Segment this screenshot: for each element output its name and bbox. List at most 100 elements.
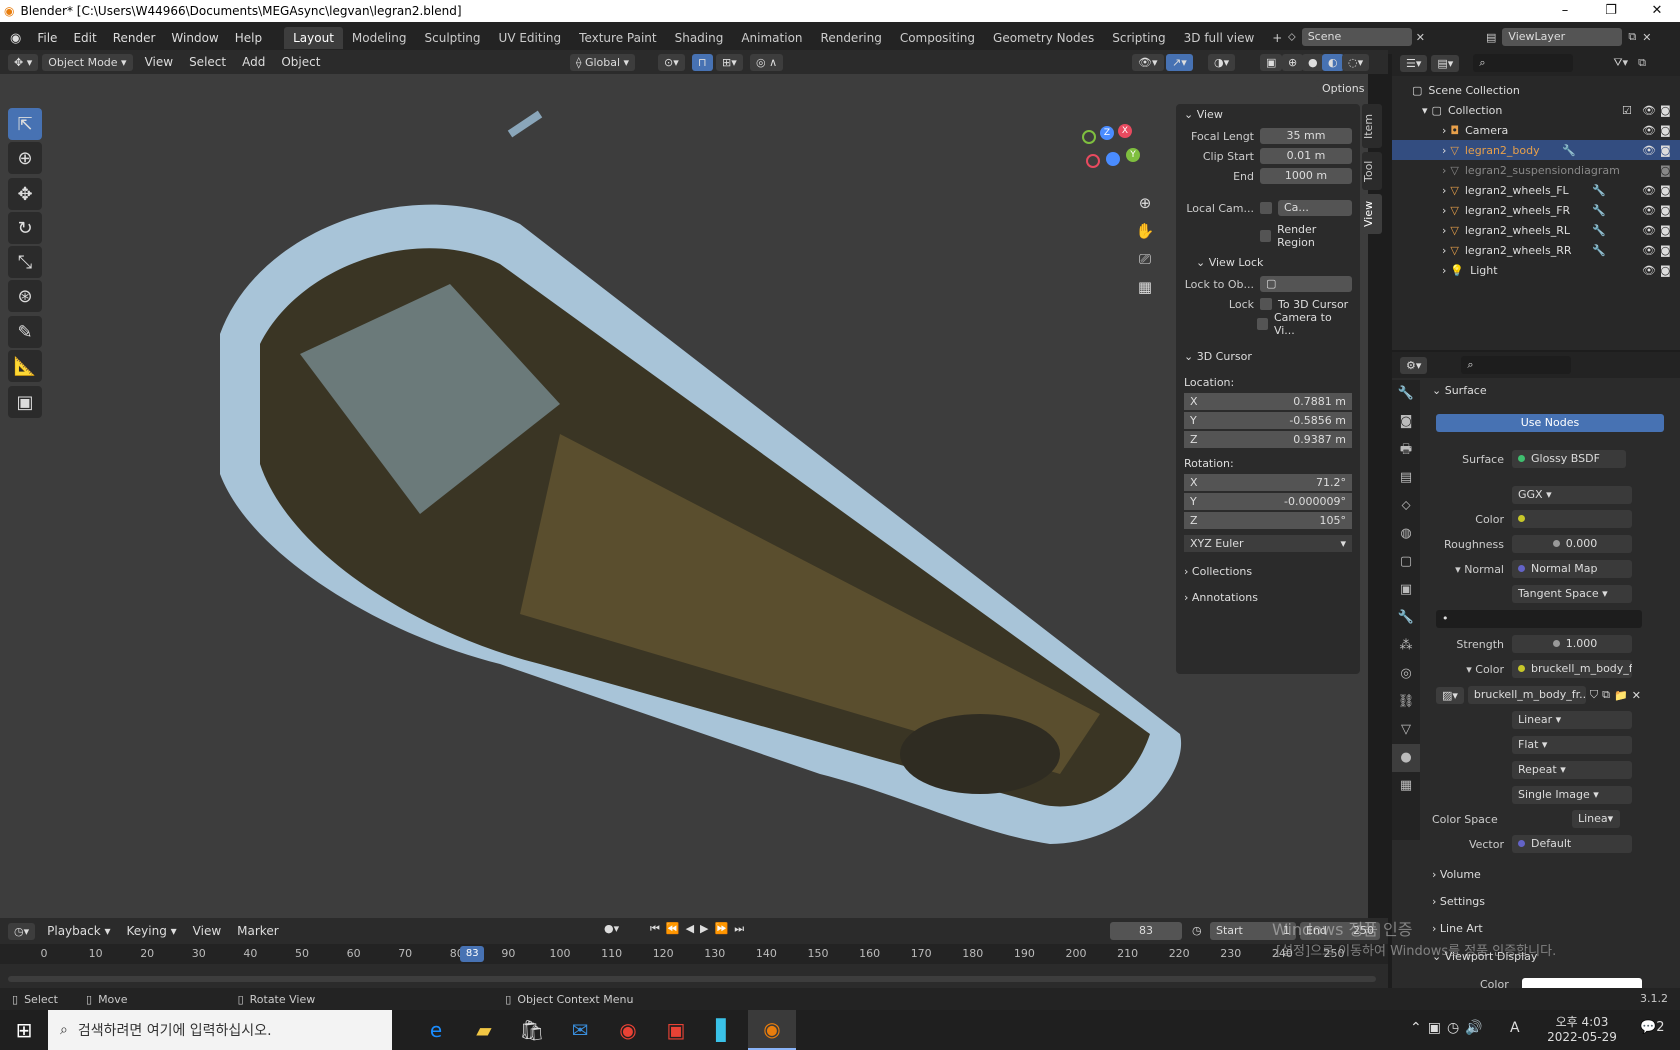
fr-render-icon[interactable]: ◙ <box>1660 204 1671 217</box>
strength-field[interactable]: 1.000 <box>1512 635 1632 653</box>
notification-icon[interactable]: 💬2 <box>1640 1020 1664 1035</box>
playhead-marker[interactable]: 83 <box>460 946 485 962</box>
duplicate-image-icon[interactable]: ⧉ <box>1602 688 1610 702</box>
render-region-row[interactable]: Render Region <box>1176 223 1360 249</box>
clip-end-field[interactable]: 1000 m <box>1260 168 1352 184</box>
object-mode-dropdown[interactable]: Object Mode ▾ <box>42 53 133 71</box>
settings-panel-header[interactable]: › Settings <box>1432 895 1485 908</box>
file-explorer-icon[interactable]: ▰ <box>460 1010 508 1050</box>
perspective-grid-icon[interactable]: ▦ <box>1132 278 1158 306</box>
properties-search-input[interactable]: ⌕ <box>1461 356 1572 374</box>
rr-eye-icon[interactable]: 👁 <box>1642 244 1656 257</box>
local-camera-checkbox[interactable] <box>1260 202 1272 214</box>
modifier-wrench-icon[interactable]: 🔧 <box>1592 224 1606 237</box>
tab-uv-editing[interactable]: UV Editing <box>490 27 571 49</box>
zoom-icon[interactable]: ⊕ <box>1132 194 1158 222</box>
scene-selector[interactable]: ⬦ Scene ✕ <box>1288 28 1425 46</box>
maximize-button[interactable]: ❐ <box>1588 0 1634 22</box>
interpolation-dropdown[interactable]: Linear ▾ <box>1512 711 1632 729</box>
open-image-icon[interactable]: 📁 <box>1614 689 1628 702</box>
modifier-wrench-icon[interactable]: 🔧 <box>1592 204 1606 217</box>
annotate-icon[interactable]: ✎ <box>8 316 42 348</box>
chrome-icon[interactable]: ◉ <box>604 1010 652 1050</box>
uv-map-field[interactable]: • <box>1436 610 1642 628</box>
timeline-scrollbar[interactable] <box>8 976 1376 982</box>
measure-icon[interactable]: 📐 <box>8 350 42 382</box>
proportional-edit-icon[interactable]: ◎ ∧ <box>750 53 784 71</box>
tab-tool[interactable]: Tool <box>1362 152 1382 190</box>
color-expand[interactable]: ▾ Color <box>1432 663 1512 676</box>
gizmo-icon[interactable]: ↗▾ <box>1166 53 1193 71</box>
collection-row[interactable]: ▾ ▢ Collection ☑ 👁 ◙ <box>1392 100 1680 120</box>
collection-eye-icon[interactable]: 👁 <box>1642 104 1656 117</box>
light-eye-icon[interactable]: 👁 <box>1642 264 1656 277</box>
menu-edit[interactable]: Edit <box>65 31 104 45</box>
object-props-icon[interactable]: ▣ <box>1392 576 1420 604</box>
view-lock-header[interactable]: ⌄ View Lock <box>1176 252 1360 274</box>
app-icon[interactable]: ▣ <box>652 1010 700 1050</box>
tab-layout[interactable]: Layout <box>284 27 343 49</box>
properties-editor-icon[interactable]: ⚙▾ <box>1400 356 1428 374</box>
shading-solid-icon[interactable]: ● <box>1302 53 1324 71</box>
viewport-menu-select[interactable]: Select <box>181 55 234 69</box>
blender-menu-icon[interactable]: ◉ <box>0 31 29 46</box>
focal-length-field[interactable]: 35 mm <box>1260 128 1352 144</box>
store-icon[interactable]: 🛍 <box>508 1010 556 1050</box>
menu-file[interactable]: File <box>29 31 65 45</box>
image-texture-field[interactable]: bruckell_m_body_f... <box>1512 660 1632 678</box>
display-mode-icon[interactable]: ▤▾ <box>1431 54 1460 72</box>
vscode-icon[interactable]: ▋ <box>700 1010 748 1050</box>
tab-sculpting[interactable]: Sculpting <box>416 27 490 49</box>
scene-collection-row[interactable]: ▢ Scene Collection <box>1392 80 1680 100</box>
transform-icon[interactable]: ⊛ <box>8 280 42 312</box>
tab-geometry-nodes[interactable]: Geometry Nodes <box>984 27 1103 49</box>
current-frame-field[interactable]: 83 <box>1110 922 1182 940</box>
roughness-field[interactable]: 0.000 <box>1512 535 1632 553</box>
shading-rendered-icon[interactable]: ◌▾ <box>1342 53 1370 71</box>
outliner-item-wheels-rr[interactable]: › ▽ legran2_wheels_RR 🔧 👁 ◙ <box>1392 240 1680 260</box>
taskbar-search-input[interactable]: ⌕ 검색하려면 여기에 입력하십시오. <box>48 1010 392 1050</box>
tab-modeling[interactable]: Modeling <box>343 27 416 49</box>
cursor-rotation-z[interactable]: Z 105° <box>1176 511 1360 530</box>
projection-dropdown[interactable]: Flat ▾ <box>1512 736 1632 754</box>
cursor-location-y[interactable]: Y -0.5856 m <box>1176 411 1360 430</box>
tab-view[interactable]: View <box>1362 194 1382 234</box>
pan-hand-icon[interactable]: ✋ <box>1132 222 1158 250</box>
gizmo-neg-y-icon[interactable] <box>1082 130 1096 144</box>
cursor-icon[interactable]: ⊕ <box>8 142 42 174</box>
render-region-checkbox[interactable] <box>1260 230 1272 242</box>
normal-expand[interactable]: ▾ Normal <box>1432 563 1512 576</box>
new-collection-icon[interactable]: ⧉ <box>1638 56 1646 70</box>
collection-camera-icon[interactable]: ◙ <box>1660 104 1671 117</box>
frame-ruler[interactable]: 0 10 20 30 40 50 60 70 80 90 100 110 120 130 140 150 160… <box>0 944 1388 964</box>
playback-menu[interactable]: Playback ▾ <box>39 924 118 938</box>
outliner-editor-icon[interactable]: ☰▾ <box>1400 54 1428 72</box>
image-selector[interactable]: ▨▾ bruckell_m_body_fr... ⛉ ⧉ 📁 ✕ <box>1436 685 1664 705</box>
options-dropdown[interactable]: Options ▾ <box>1316 80 1368 97</box>
fl-eye-icon[interactable]: 👁 <box>1642 184 1656 197</box>
volume-panel-header[interactable]: › Volume <box>1432 868 1481 881</box>
rotation-mode-dropdown[interactable]: XYZ Euler ▾ <box>1176 534 1360 553</box>
color-space-dropdown[interactable]: Linea▾ <box>1572 810 1620 828</box>
collections-header[interactable]: › Collections <box>1176 561 1360 583</box>
fake-user-icon[interactable]: ⛉ <box>1590 688 1598 702</box>
line-art-panel-header[interactable]: › Line Art <box>1432 922 1483 935</box>
view-panel-header[interactable]: ⌄ View <box>1176 104 1360 126</box>
body-render-icon[interactable]: ◙ <box>1660 144 1671 157</box>
pivot-icon[interactable]: ⊙▾ <box>658 53 685 71</box>
mail-icon[interactable]: ✉ <box>556 1010 604 1050</box>
viewport-menu-add[interactable]: Add <box>234 55 273 69</box>
scene-field[interactable]: Scene <box>1301 28 1412 46</box>
gizmo-x-icon[interactable]: X <box>1118 124 1132 138</box>
tab-texture-paint[interactable]: Texture Paint <box>570 27 665 49</box>
overlay-icon[interactable]: ◑▾ <box>1208 53 1236 71</box>
blender-taskbar-icon[interactable]: ◉ <box>748 1010 796 1050</box>
modifier-wrench-icon[interactable]: 🔧 <box>1592 244 1606 257</box>
extension-dropdown[interactable]: Repeat ▾ <box>1512 761 1632 779</box>
windows-start-icon[interactable]: ⊞ <box>0 1010 48 1050</box>
edge-icon[interactable]: e <box>412 1010 460 1050</box>
outliner-item-camera[interactable]: › ◘ Camera 👁 ◙ <box>1392 120 1680 140</box>
suspension-render-icon[interactable]: ◙ <box>1660 164 1671 177</box>
view-layer-field[interactable]: ViewLayer <box>1502 28 1623 46</box>
body-eye-icon[interactable]: 👁 <box>1642 144 1656 157</box>
